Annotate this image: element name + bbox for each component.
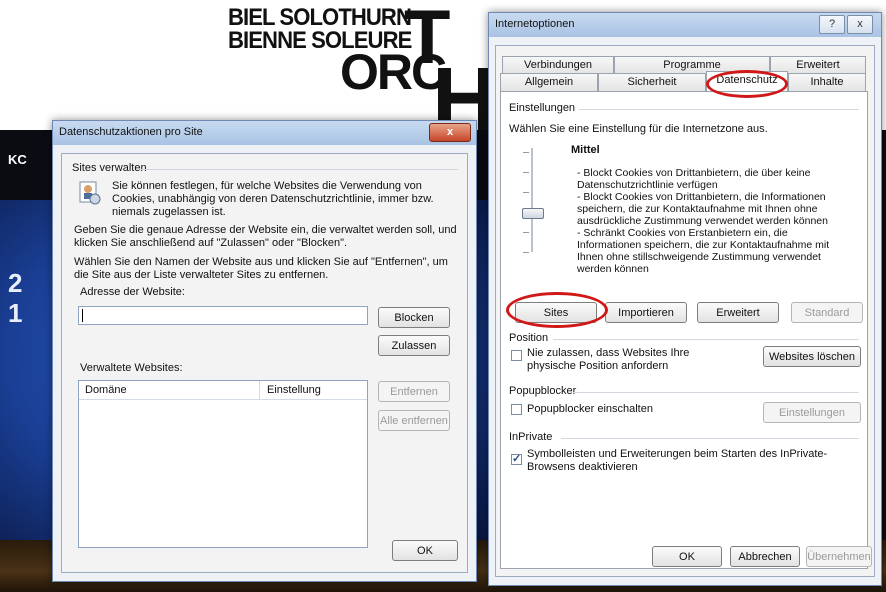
inprivate-checkbox-label: Symbolleisten und Erweiterungen beim Sta… [527, 448, 828, 473]
privacy-level-slider-track[interactable] [531, 148, 533, 252]
instruction-text-2: Wählen Sie den Namen der Website aus und… [74, 256, 448, 281]
slider-tick [523, 192, 529, 193]
ok-button[interactable]: OK [652, 546, 722, 567]
privacy-tab-panel: Einstellungen Wählen Sie eine Einstellun… [500, 91, 868, 569]
slider-tick [523, 232, 529, 233]
level-desc-line: - Blockt Cookies von Drittanbietern, die… [577, 167, 811, 191]
managed-sites-list[interactable]: Domäne Einstellung [78, 380, 368, 548]
list-header: Domäne Einstellung [79, 381, 367, 400]
tab-general[interactable]: Allgemein [500, 73, 598, 91]
apply-button[interactable]: Übernehmen [806, 546, 872, 567]
position-checkbox-label: Nie zulassen, dass Websites Ihre physisc… [527, 347, 690, 372]
slider-tick [523, 152, 529, 153]
group-divider [579, 109, 859, 110]
advanced-button[interactable]: Erweitert [697, 302, 779, 323]
column-header-setting[interactable]: Einstellung [267, 384, 321, 396]
annotation-ring-sites-button [506, 292, 608, 328]
group-manage-label: Sites verwalten [72, 162, 147, 174]
tab-connections[interactable]: Verbindungen [502, 56, 614, 74]
text-caret [82, 309, 83, 322]
group-divider [553, 339, 859, 340]
group-divider [140, 169, 458, 170]
website-address-input[interactable] [78, 306, 368, 325]
privacy-level-slider-thumb[interactable] [522, 208, 544, 219]
background-letter: 1 [8, 298, 23, 328]
intro-text: Sie können festlegen, für welche Website… [112, 180, 434, 218]
tab-content[interactable]: Inhalte [788, 73, 866, 91]
inprivate-checkbox[interactable] [511, 452, 522, 465]
remove-all-button[interactable]: Alle entfernen [378, 410, 450, 431]
managed-sites-label: Verwaltete Websites: [80, 362, 183, 374]
privacy-level-description: - Blockt Cookies von Drittanbietern, die… [577, 167, 841, 275]
sites-dialog-title: Datenschutzaktionen pro Site [59, 126, 203, 138]
privacy-level-name: Mittel [571, 144, 600, 156]
background-letter: 2 [8, 268, 23, 298]
internet-options-title: Internetoptionen [495, 18, 575, 30]
import-button[interactable]: Importieren [605, 302, 687, 323]
standard-button[interactable]: Standard [791, 302, 863, 323]
clear-websites-button[interactable]: Websites löschen [763, 346, 861, 367]
tab-security[interactable]: Sicherheit [598, 73, 706, 91]
cancel-button[interactable]: Abbrechen [730, 546, 800, 567]
popup-group-label: Popupblocker [509, 385, 577, 397]
popup-blocker-label: Popupblocker einschalten [527, 403, 653, 415]
position-checkbox[interactable] [511, 350, 522, 361]
sites-dialog-body: Sites verwalten Sie können festlegen, fü… [61, 153, 468, 573]
column-divider[interactable] [259, 381, 260, 399]
remove-button[interactable]: Entfernen [378, 381, 450, 402]
slider-tick [523, 172, 529, 173]
block-button[interactable]: Blocken [378, 307, 450, 328]
column-header-domain[interactable]: Domäne [85, 384, 127, 396]
position-group-label: Position [509, 332, 549, 344]
logo-orc: ORC [340, 44, 447, 100]
popup-blocker-checkbox[interactable] [511, 404, 522, 415]
sites-dialog: Datenschutzaktionen pro Site x Sites ver… [52, 120, 477, 582]
ok-button[interactable]: OK [392, 540, 458, 561]
inprivate-group-label: InPrivate [509, 431, 553, 443]
level-desc-line: - Schränkt Cookies von Erstanbietern ein… [577, 227, 830, 275]
close-button[interactable]: x [429, 123, 471, 142]
help-button[interactable]: ? [819, 15, 845, 34]
group-divider [561, 438, 859, 439]
privacy-info-icon [79, 181, 101, 205]
level-desc-line: - Blockt Cookies von Drittanbietern, die… [577, 191, 828, 227]
settings-intro: Wählen Sie eine Einstellung für die Inte… [509, 123, 768, 135]
address-label: Adresse der Website: [80, 286, 185, 298]
instruction-text-1: Geben Sie die genaue Adresse der Website… [74, 224, 457, 249]
close-button[interactable]: x [847, 15, 873, 34]
internet-options-titlebar[interactable]: Internetoptionen ? x [489, 13, 881, 37]
settings-group-label: Einstellungen [509, 102, 576, 114]
popup-settings-button[interactable]: Einstellungen [763, 402, 861, 423]
slider-tick [523, 252, 529, 253]
annotation-ring-privacy-tab [706, 70, 788, 98]
sites-dialog-titlebar[interactable]: Datenschutzaktionen pro Site x [53, 121, 476, 145]
allow-button[interactable]: Zulassen [378, 335, 450, 356]
group-divider [573, 392, 859, 393]
